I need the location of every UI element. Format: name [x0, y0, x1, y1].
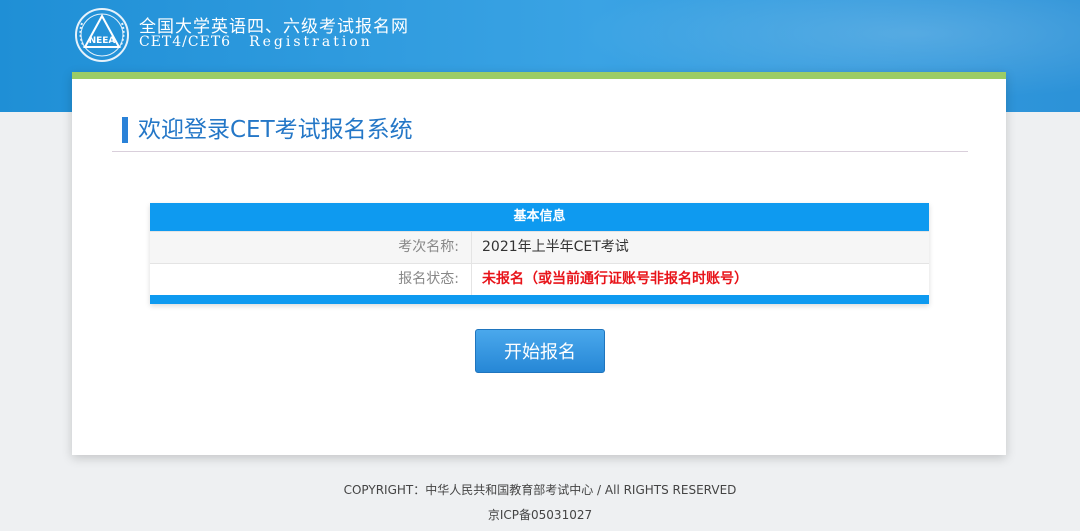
logo-text: NEEA [89, 36, 116, 46]
page-title: 欢迎登录CET考试报名系统 [122, 117, 413, 143]
panel-heading: 基本信息 [150, 203, 929, 231]
footer-icp[interactable]: 京ICP备05031027 [0, 506, 1080, 523]
row-label-status: 报名状态: [150, 264, 472, 295]
table-row-status: 报名状态: 未报名（或当前通行证账号非报名时账号） [150, 263, 929, 295]
main-card: 欢迎登录CET考试报名系统 基本信息 考次名称: 2021年上半年CET考试 报… [72, 72, 1006, 455]
table-row-exam-name: 考次名称: 2021年上半年CET考试 [150, 231, 929, 263]
site-subtitle: CET4/CET6 Registration [139, 34, 373, 50]
site-subtitle-cet: CET4/CET6 [139, 34, 232, 50]
panel-footer-bar [150, 295, 929, 304]
neea-logo-icon[interactable]: NEEA [74, 7, 130, 63]
site-subtitle-registration: Registration [249, 34, 373, 50]
row-value-exam-name: 2021年上半年CET考试 [482, 239, 629, 255]
start-registration-button[interactable]: 开始报名 [475, 329, 605, 373]
row-value-status: 未报名（或当前通行证账号非报名时账号） [482, 271, 748, 287]
basic-info-panel: 基本信息 考次名称: 2021年上半年CET考试 报名状态: 未报名（或当前通行… [150, 203, 929, 304]
footer-copyright: COPYRIGHT：中华人民共和国教育部考试中心 / All RIGHTS RE… [343, 483, 737, 497]
row-label-exam-name: 考次名称: [150, 232, 472, 263]
title-divider [112, 151, 968, 152]
